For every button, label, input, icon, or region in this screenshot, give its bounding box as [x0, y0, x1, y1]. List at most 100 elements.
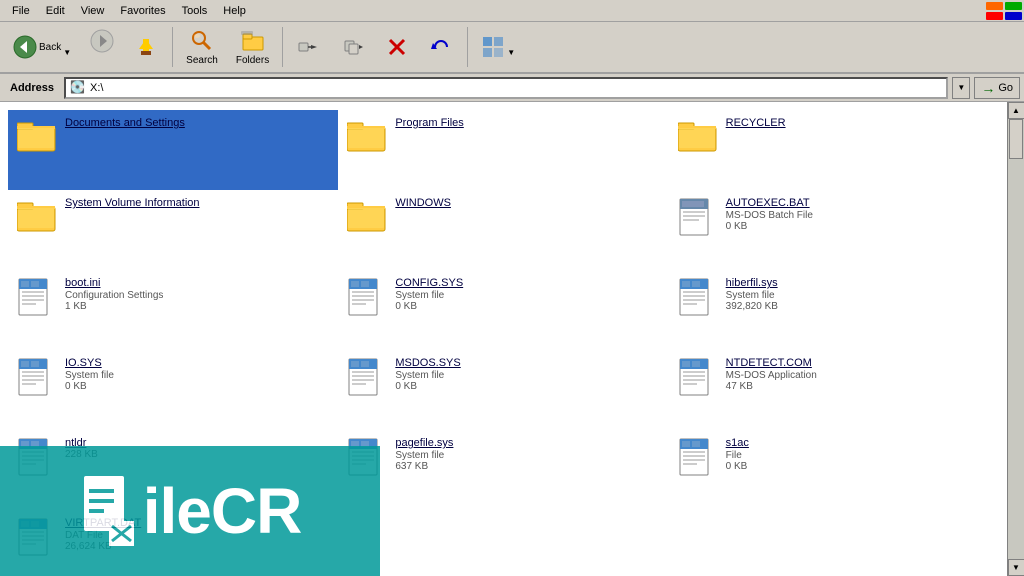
forward-button[interactable]: Fwd	[82, 25, 122, 70]
file-info: CONFIG.SYSSystem file0 KB	[395, 277, 659, 312]
views-button[interactable]: ▼	[474, 31, 522, 63]
menu-tools[interactable]: Tools	[174, 3, 216, 19]
file-info: RECYCLER	[726, 117, 990, 129]
address-label: Address	[4, 82, 60, 94]
file-item[interactable]: VIRTPART.DATDAT File26,624 KB	[8, 510, 338, 576]
scroll-down-arrow[interactable]: ▼	[1008, 559, 1024, 576]
scroll-track[interactable]	[1008, 119, 1024, 559]
file-size: 0 KB	[726, 461, 990, 472]
search-button[interactable]: Search	[179, 25, 225, 70]
menu-view[interactable]: View	[73, 3, 113, 19]
sys-file-icon	[347, 437, 387, 477]
file-name: AUTOEXEC.BAT	[726, 197, 990, 209]
file-item[interactable]: Program Files	[338, 110, 668, 190]
file-size: 47 KB	[726, 381, 990, 392]
undo-button[interactable]	[421, 31, 461, 63]
menu-file[interactable]: File	[4, 3, 38, 19]
file-info: MSDOS.SYSSystem file0 KB	[395, 357, 659, 392]
file-info: hiberfil.sysSystem file392,820 KB	[726, 277, 990, 312]
search-icon	[190, 29, 214, 53]
folders-button[interactable]: Folders	[229, 25, 276, 70]
sys-file-icon	[17, 277, 57, 317]
move-icon	[297, 35, 321, 59]
views-icon	[481, 35, 505, 59]
file-name: MSDOS.SYS	[395, 357, 659, 369]
scroll-up-arrow[interactable]: ▲	[1008, 102, 1024, 119]
undo-icon	[429, 35, 453, 59]
file-info: Documents and Settings	[65, 117, 329, 129]
folder-icon	[17, 117, 57, 157]
back-icon	[13, 35, 37, 59]
scroll-thumb[interactable]	[1009, 119, 1023, 159]
file-type: MS-DOS Batch File	[726, 210, 990, 221]
file-type: MS-DOS Application	[726, 370, 990, 381]
address-input[interactable]	[90, 82, 942, 94]
file-name: IO.SYS	[65, 357, 329, 369]
sys-file-icon	[17, 357, 57, 397]
file-size: 26,624 KB	[65, 541, 329, 552]
file-item[interactable]: CONFIG.SYSSystem file0 KB	[338, 270, 668, 350]
file-item[interactable]: hiberfil.sysSystem file392,820 KB	[669, 270, 999, 350]
file-size: 0 KB	[395, 381, 659, 392]
copy-button[interactable]	[333, 31, 373, 63]
file-item[interactable]: s1acFile0 KB	[669, 430, 999, 510]
delete-button[interactable]	[377, 31, 417, 63]
file-item[interactable]: RECYCLER	[669, 110, 999, 190]
address-input-container[interactable]: 💽	[64, 77, 948, 99]
scrollbar[interactable]: ▲ ▼	[1007, 102, 1024, 576]
menu-edit[interactable]: Edit	[38, 3, 73, 19]
file-size: 0 KB	[726, 221, 990, 232]
folder-icon	[347, 117, 387, 157]
file-item[interactable]: WINDOWS	[338, 190, 668, 270]
sys-file-icon	[678, 437, 718, 477]
file-name: hiberfil.sys	[726, 277, 990, 289]
file-name: NTDETECT.COM	[726, 357, 990, 369]
file-size: 392,820 KB	[726, 301, 990, 312]
folder-icon	[347, 197, 387, 237]
menu-help[interactable]: Help	[215, 3, 254, 19]
address-dropdown-arrow[interactable]: ▼	[952, 77, 970, 99]
go-button[interactable]: → Go	[974, 77, 1020, 99]
file-name: WINDOWS	[395, 197, 659, 209]
file-item[interactable]: pagefile.sysSystem file637 KB	[338, 430, 668, 510]
menu-favorites[interactable]: Favorites	[112, 3, 173, 19]
go-label: Go	[998, 82, 1013, 94]
file-name: System Volume Information	[65, 197, 329, 209]
sys-file-icon	[347, 357, 387, 397]
sys-file-icon	[17, 517, 57, 557]
back-button[interactable]: Back ▼	[6, 31, 78, 63]
file-info: pagefile.sysSystem file637 KB	[395, 437, 659, 472]
file-item[interactable]: System Volume Information	[8, 190, 338, 270]
file-type: File	[726, 450, 990, 461]
move-button[interactable]	[289, 31, 329, 63]
file-type: System file	[395, 370, 659, 381]
sys-file-icon	[17, 437, 57, 477]
file-name: s1ac	[726, 437, 990, 449]
up-button[interactable]	[126, 31, 166, 63]
menu-bar: File Edit View Favorites Tools Help	[0, 0, 1024, 22]
file-name: Program Files	[395, 117, 659, 129]
file-size: 637 KB	[395, 461, 659, 472]
file-item[interactable]: IO.SYSSystem file0 KB	[8, 350, 338, 430]
file-item[interactable]: AUTOEXEC.BATMS-DOS Batch File0 KB	[669, 190, 999, 270]
file-item[interactable]: boot.iniConfiguration Settings1 KB	[8, 270, 338, 350]
file-item[interactable]: MSDOS.SYSSystem file0 KB	[338, 350, 668, 430]
file-size: 0 KB	[65, 381, 329, 392]
file-info: IO.SYSSystem file0 KB	[65, 357, 329, 392]
file-name: pagefile.sys	[395, 437, 659, 449]
file-info: ntldr228 KB	[65, 437, 329, 460]
file-size: 0 KB	[395, 301, 659, 312]
address-bar: Address 💽 ▼ → Go	[0, 74, 1024, 102]
file-item[interactable]: NTDETECT.COMMS-DOS Application47 KB	[669, 350, 999, 430]
file-name: RECYCLER	[726, 117, 990, 129]
toolbar-sep-1	[172, 27, 173, 67]
file-item[interactable]: Documents and Settings	[8, 110, 338, 190]
file-size: 228 KB	[65, 449, 329, 460]
file-info: AUTOEXEC.BATMS-DOS Batch File0 KB	[726, 197, 990, 232]
delete-icon	[385, 35, 409, 59]
folder-icon	[678, 117, 718, 157]
go-arrow-icon: →	[981, 80, 995, 96]
file-item[interactable]: ntldr228 KB	[8, 430, 338, 510]
file-type: System file	[395, 450, 659, 461]
file-type: System file	[395, 290, 659, 301]
